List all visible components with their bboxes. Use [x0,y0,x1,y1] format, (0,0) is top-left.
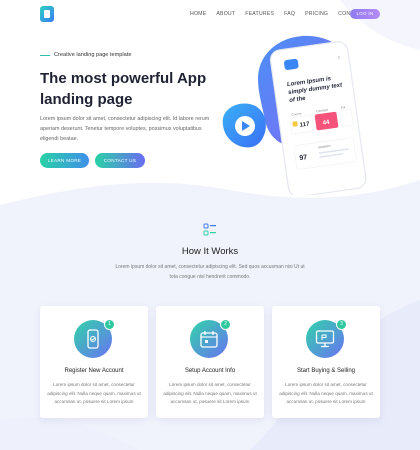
step-description: Lorem ipsum dolor sit amet, consectetur … [163,382,257,404]
hero-description: Lorem ipsum dolor sit amet, consectetur … [40,116,210,142]
phone-illustration: ≡ Lorem Ipsum is simply dummy text of th… [222,35,367,195]
top-navbar: HOME ABOUT FEATURES FAQ PRICING CONTACT … [0,0,420,30]
calendar-icon [200,331,218,348]
step-number-badge: 1 [104,319,115,330]
step-number-badge: 2 [220,319,231,330]
stat-3-label: Fnl [341,105,346,110]
list-check-icon [203,223,216,236]
nav-pricing[interactable]: PRICING [305,11,328,17]
brand-logo[interactable] [40,6,54,22]
nav-home[interactable]: HOME [190,11,206,17]
step-card-register: 1 Register New Account Lorem ipsum dolor… [40,306,148,418]
nav-faq[interactable]: FAQ [284,11,295,17]
step-description: Lorem ipsum dolor sit amet, consectetur … [279,382,373,404]
nav-features[interactable]: FEATURES [245,11,274,17]
hero-tagline: Creative landing page template [40,52,131,58]
main-nav: HOME ABOUT FEATURES FAQ PRICING CONTACT [190,11,374,17]
nav-about[interactable]: ABOUT [216,11,235,17]
step-number-badge: 3 [336,319,347,330]
tagline-text: Creative landing page template [54,52,132,58]
stat-4-value: 97 [299,154,308,162]
monitor-icon [315,330,335,348]
login-button[interactable]: LOG IN [350,9,380,19]
contact-us-button[interactable]: CONTACT US [95,153,145,168]
step-card-setup: 2 Setup Account Info Lorem ipsum dolor s… [156,306,264,418]
learn-more-button[interactable]: LEARN MORE [40,153,89,168]
step-title: Register New Account [64,368,124,374]
hero-title: The most powerful App landing page [40,70,207,108]
step-card-buy-sell: 3 Start Buying & Selling Lorem ipsum dol… [272,306,380,418]
section-title: How It Works [181,246,239,257]
step-title: Setup Account Info [184,368,236,374]
step-description: Lorem ipsum dolor sit amet, consectetur … [47,382,141,404]
step-title: Start Buying & Selling [296,368,356,374]
tagline-divider [40,54,50,56]
phone-register-icon [87,329,99,349]
section-description: Lorem ipsum dolor sit amet, consectetur … [115,264,305,280]
